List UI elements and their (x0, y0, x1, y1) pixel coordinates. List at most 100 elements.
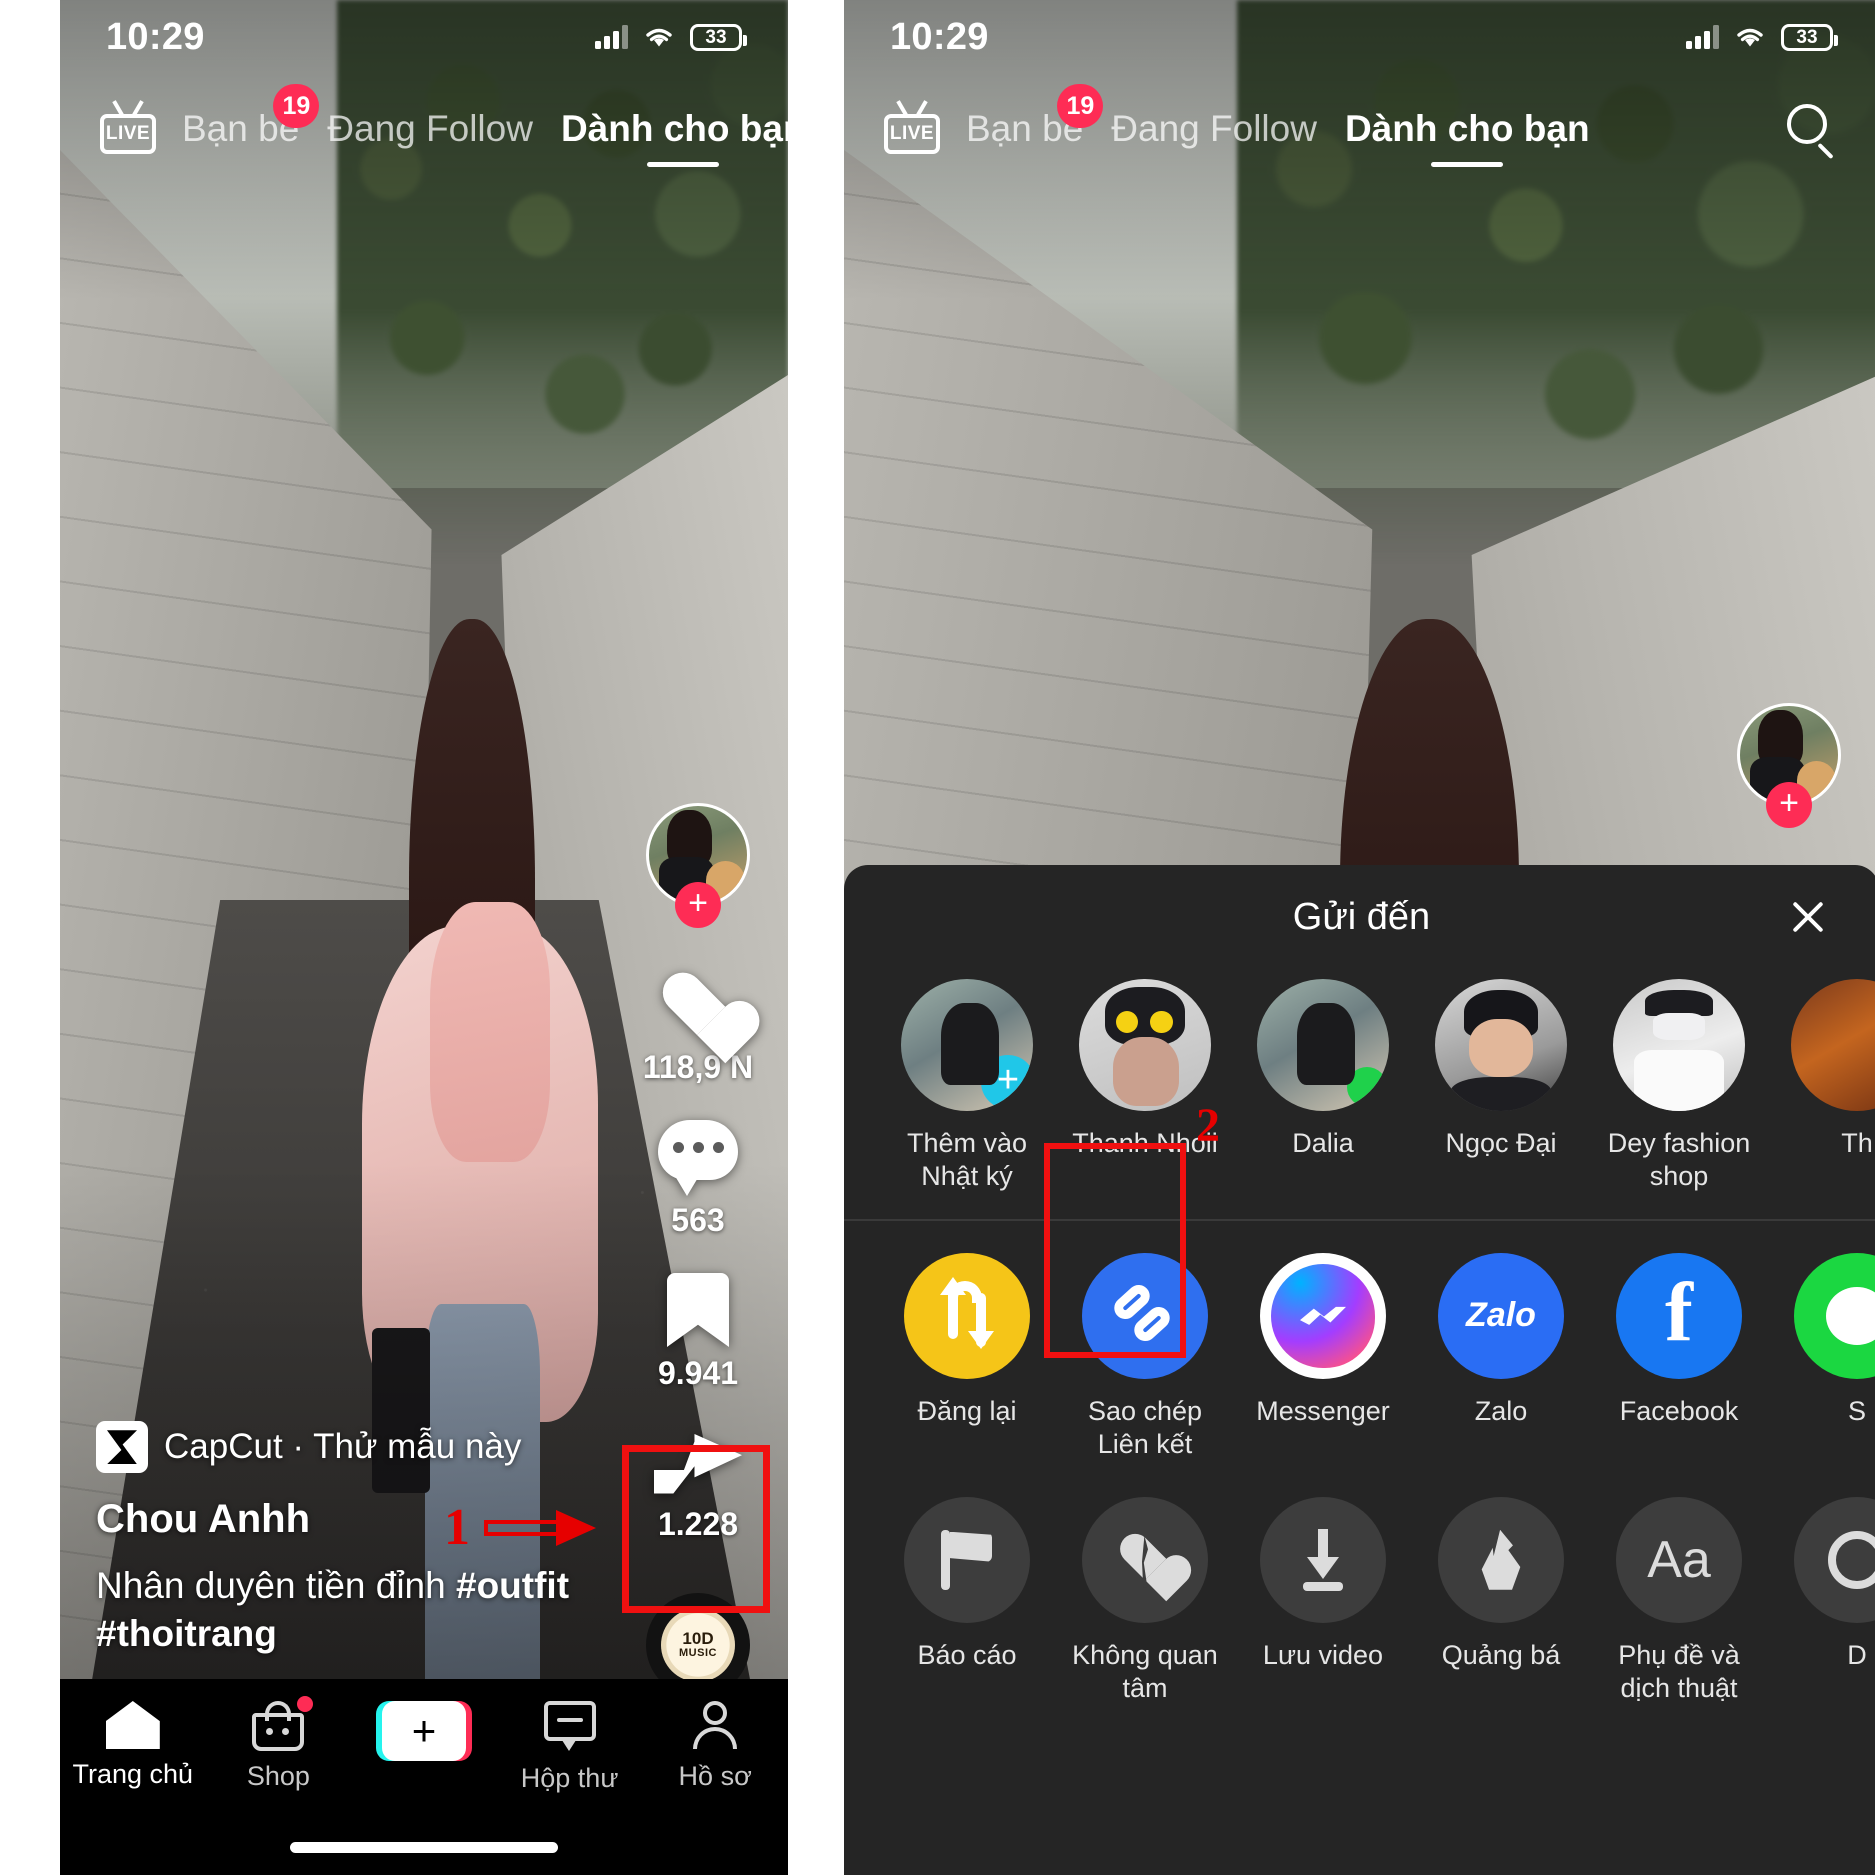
action-quang-ba[interactable]: Quảng bá (1412, 1496, 1590, 1705)
follow-plus-button-right[interactable]: + (1766, 782, 1812, 828)
share-app-repost[interactable]: Đăng lại (878, 1252, 1056, 1461)
action-label: Quảng bá (1441, 1639, 1561, 1670)
follow-plus-button[interactable]: + (675, 882, 721, 928)
tab-create[interactable]: + (351, 1701, 497, 1761)
flag-icon-wrap (904, 1496, 1030, 1623)
download-icon (1295, 1528, 1351, 1591)
share-app-label: S (1847, 1395, 1866, 1426)
circle-icon-wrap (1794, 1496, 1875, 1623)
share-app-label: Facebook (1619, 1395, 1739, 1426)
friends-badge: 19 (273, 84, 320, 128)
action-label: D (1847, 1639, 1867, 1670)
music-disc-label: 10D (682, 1629, 714, 1649)
tab-ho-so-label: Hồ sơ (678, 1761, 752, 1791)
like-button[interactable]: 118,9 N (643, 969, 753, 1086)
share-app-partial[interactable]: S (1768, 1252, 1875, 1461)
annotation-1-number: 1 (444, 1499, 470, 1556)
comment-button[interactable]: 563 (658, 1120, 738, 1239)
action-bao-cao[interactable]: Báo cáo (878, 1496, 1056, 1705)
circle-icon (1828, 1530, 1875, 1589)
create-plus-icon: + (375, 1701, 472, 1761)
contact-avatar-dalia (1257, 979, 1389, 1111)
annotation-1-arrow (484, 1509, 596, 1546)
tab-dang-follow-right[interactable]: Đang Follow (1111, 108, 1317, 150)
battery-icon-right: 33 (1781, 23, 1838, 51)
wifi-icon (646, 28, 672, 47)
nav-tabs-right: Bạn bè 19 Đang Follow Dành cho bạn (966, 84, 1785, 150)
tab-ho-so[interactable]: Hồ sơ (642, 1701, 788, 1792)
battery-icon: 33 (690, 23, 747, 51)
two-phone-comparison: 10:29 33 LIVE Bạn bè 19 Đang Follow Dành… (0, 0, 1875, 1875)
tab-dang-follow[interactable]: Đang Follow (327, 108, 533, 150)
share-actions-row: Báo cáo Không quan tâm Lưu video Quảng b… (844, 1477, 1875, 1705)
tab-ban-be[interactable]: Bạn bè 19 (182, 84, 320, 150)
action-phu-de[interactable]: Aa Phụ đề và dịch thuật (1590, 1496, 1768, 1705)
contact-item[interactable]: Th (1768, 979, 1875, 1193)
tab-danh-cho-ban[interactable]: Dành cho bạn (561, 108, 788, 150)
repost-icon (904, 1252, 1030, 1379)
comment-count: 563 (671, 1202, 725, 1238)
battery-level: 33 (705, 26, 727, 48)
close-icon[interactable] (1785, 894, 1831, 940)
signal-icon-right (1686, 25, 1719, 49)
zalo-wordmark: Zalo (1466, 1296, 1536, 1335)
hashtag-outfit[interactable]: #outfit (456, 1565, 569, 1606)
tab-shop[interactable]: Shop (206, 1696, 352, 1792)
contact-label: Thêm vào Nhật ký (906, 1128, 1028, 1191)
hashtag-thoitrang[interactable]: #thoitrang (96, 1613, 277, 1654)
friends-badge-right: 19 (1057, 84, 1104, 128)
live-tv-icon[interactable]: LIVE (100, 100, 156, 154)
comment-icon (658, 1120, 738, 1196)
contact-item[interactable]: Dalia (1234, 979, 1412, 1193)
heart-icon (659, 969, 737, 1041)
flag-icon (941, 1529, 993, 1590)
contact-label: Dey fashion shop (1607, 1128, 1751, 1191)
action-partial[interactable]: D (1768, 1496, 1875, 1705)
action-label: Không quan tâm (1072, 1639, 1218, 1703)
action-luu-video[interactable]: Lưu video (1234, 1496, 1412, 1705)
tab-trang-chu[interactable]: Trang chủ (60, 1701, 206, 1790)
contact-label: Ngọc Đại (1445, 1128, 1557, 1158)
capcut-label: CapCut · Thử mẫu này (164, 1427, 522, 1467)
author-avatar-wrap-right[interactable]: + (1737, 703, 1841, 828)
contact-item[interactable]: + Thêm vào Nhật ký (878, 979, 1056, 1193)
bookmark-icon (667, 1273, 729, 1347)
action-label: Báo cáo (917, 1639, 1017, 1670)
fire-icon (1481, 1529, 1521, 1590)
live-label-right: LIVE (889, 123, 935, 144)
share-app-label: Zalo (1474, 1395, 1528, 1426)
description-text: Nhân duyên tiền đỉnh (96, 1565, 456, 1607)
inbox-icon (543, 1701, 596, 1753)
contact-avatar-dey-fashion (1613, 979, 1745, 1111)
tab-danh-cho-ban-right[interactable]: Dành cho bạn (1345, 108, 1590, 150)
zalo-icon: Zalo (1438, 1252, 1564, 1379)
author-avatar-wrap[interactable]: + (646, 803, 750, 928)
search-icon-right[interactable] (1785, 102, 1839, 160)
share-contacts-row: + Thêm vào Nhật ký Thanh Nhoii Dalia Ngọ… (844, 969, 1875, 1219)
tab-hop-thu[interactable]: Hộp thư (497, 1701, 643, 1794)
share-app-zalo[interactable]: Zalo Zalo (1412, 1252, 1590, 1461)
status-bar-right: 10:29 33 (844, 0, 1875, 74)
like-count: 118,9 N (642, 1049, 754, 1085)
contact-avatar-ngoc-dai (1435, 979, 1567, 1111)
shop-notification-dot (297, 1696, 314, 1712)
live-tv-icon-right[interactable]: LIVE (884, 100, 940, 154)
share-app-label: Đăng lại (917, 1395, 1017, 1426)
share-app-label: Sao chép Liên kết (1087, 1395, 1203, 1459)
bookmark-count: 9.941 (657, 1355, 739, 1391)
share-app-messenger[interactable]: Messenger (1234, 1252, 1412, 1461)
contact-label: Th (1841, 1128, 1873, 1158)
video-description: Nhân duyên tiền đỉnh #outfit #thoitrang (96, 1562, 588, 1657)
share-app-label: Messenger (1256, 1395, 1390, 1426)
download-icon-wrap (1260, 1496, 1386, 1623)
tab-ban-be-right[interactable]: Bạn bè 19 (966, 84, 1104, 150)
sheet-divider (844, 1218, 1875, 1221)
bookmark-button[interactable]: 9.941 (658, 1273, 738, 1392)
action-khong-quan-tam[interactable]: Không quan tâm (1056, 1496, 1234, 1705)
shop-bag-icon (252, 1696, 314, 1751)
tab-shop-label: Shop (246, 1761, 310, 1791)
contact-item[interactable]: Dey fashion shop (1590, 979, 1768, 1193)
capcut-link[interactable]: CapCut · Thử mẫu này (96, 1421, 522, 1474)
share-app-facebook[interactable]: f Facebook (1590, 1252, 1768, 1461)
contact-item[interactable]: Ngọc Đại (1412, 979, 1590, 1193)
